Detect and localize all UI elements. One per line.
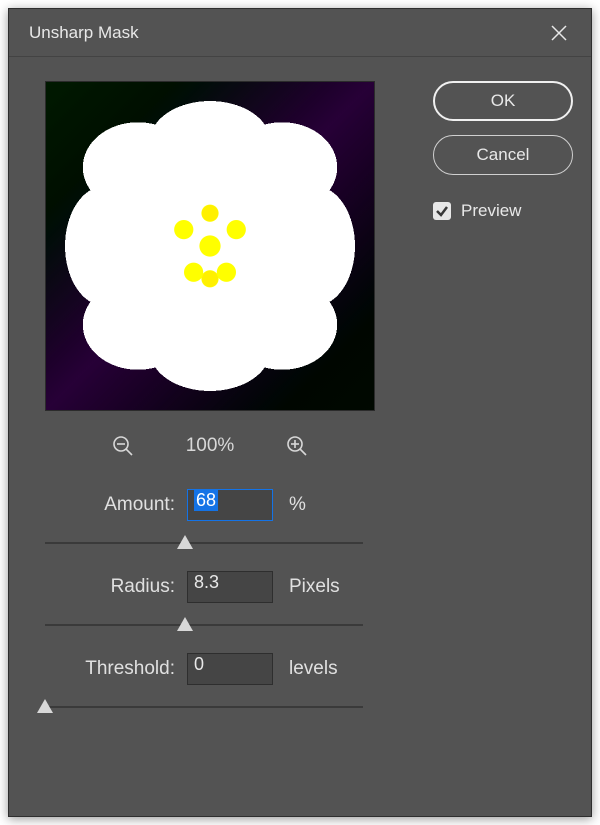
preview-checkbox[interactable] — [433, 202, 451, 220]
zoom-in-icon — [285, 434, 309, 458]
zoom-in-button[interactable] — [284, 433, 310, 459]
amount-unit: % — [289, 494, 306, 516]
radius-unit: Pixels — [289, 576, 340, 598]
right-column: OK Cancel Preview — [395, 81, 573, 798]
radius-slider-thumb[interactable] — [177, 617, 193, 631]
threshold-unit: levels — [289, 658, 338, 680]
radius-input[interactable]: 8.3 — [187, 571, 273, 603]
zoom-controls: 100% — [45, 433, 375, 459]
preview-thumbnail[interactable] — [45, 81, 375, 411]
dialog-title: Unsharp Mask — [29, 23, 139, 43]
zoom-out-icon — [111, 434, 135, 458]
close-button[interactable] — [543, 17, 575, 49]
threshold-slider[interactable] — [45, 697, 363, 717]
preview-checkbox-label: Preview — [461, 201, 521, 221]
amount-slider-thumb[interactable] — [177, 535, 193, 549]
ok-button[interactable]: OK — [433, 81, 573, 121]
preview-image — [46, 82, 374, 410]
unsharp-mask-dialog: Unsharp Mask 100% — [8, 8, 592, 817]
threshold-label: Threshold: — [45, 658, 175, 680]
amount-slider[interactable] — [45, 533, 363, 553]
checkmark-icon — [435, 204, 449, 218]
radius-label: Radius: — [45, 576, 175, 598]
amount-input[interactable]: 68 — [187, 489, 273, 521]
amount-label: Amount: — [45, 494, 175, 516]
slider-thumb-icon — [177, 617, 193, 631]
threshold-slider-thumb[interactable] — [37, 699, 53, 713]
radius-slider[interactable] — [45, 615, 363, 635]
cancel-button[interactable]: Cancel — [433, 135, 573, 175]
slider-thumb-icon — [177, 535, 193, 549]
zoom-level: 100% — [186, 435, 235, 457]
radius-param: Radius: 8.3 Pixels — [45, 571, 363, 635]
zoom-out-button[interactable] — [110, 433, 136, 459]
sliders-panel: Amount: 68 % Radius: 8.3 — [45, 459, 375, 735]
threshold-param: Threshold: 0 levels — [45, 653, 363, 717]
slider-thumb-icon — [37, 699, 53, 713]
close-icon — [550, 24, 568, 42]
preview-checkbox-row: Preview — [433, 201, 573, 221]
dialog-body: 100% Amount: 68 % — [9, 57, 591, 816]
titlebar: Unsharp Mask — [9, 9, 591, 57]
amount-param: Amount: 68 % — [45, 489, 363, 553]
left-column: 100% Amount: 68 % — [45, 81, 375, 798]
threshold-input[interactable]: 0 — [187, 653, 273, 685]
